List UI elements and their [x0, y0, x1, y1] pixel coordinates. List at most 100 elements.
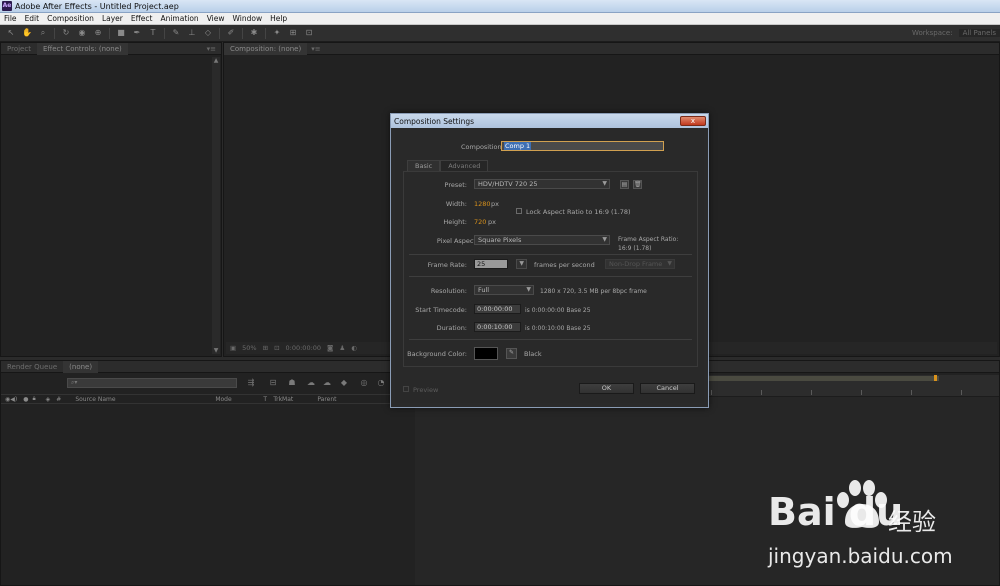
preset-dropdown[interactable]: HDV/HDTV 720 25 ▼: [474, 179, 610, 189]
panel-menu-icon[interactable]: ▾≡: [311, 45, 325, 53]
background-color-swatch[interactable]: [474, 347, 498, 360]
panel-menu-icon[interactable]: ▾≡: [207, 45, 221, 53]
tab-timeline-none[interactable]: (none): [63, 360, 99, 373]
menu-view[interactable]: View: [203, 14, 229, 23]
cancel-button[interactable]: Cancel: [640, 383, 695, 394]
menu-animation[interactable]: Animation: [156, 14, 202, 23]
frame-blending-icon[interactable]: ☁: [321, 378, 333, 388]
pixel-aspect-dropdown[interactable]: Square Pixels ▼: [474, 235, 610, 245]
chevron-down-icon: ▼: [602, 180, 607, 187]
live-update-icon[interactable]: ⊟: [267, 378, 279, 388]
resolution-info: 1280 x 720, 3.5 MB per 8bpc frame: [540, 288, 647, 295]
composition-name-input[interactable]: Comp 1: [501, 141, 664, 151]
menu-composition[interactable]: Composition: [43, 14, 98, 23]
menu-file[interactable]: File: [0, 14, 21, 23]
motion-blur-icon[interactable]: ◆: [338, 378, 350, 388]
preview-checkbox[interactable]: [403, 386, 409, 392]
save-preset-icon[interactable]: ▤: [620, 180, 629, 189]
tab-project[interactable]: Project: [1, 43, 37, 55]
selection-tool-icon[interactable]: ↖: [6, 28, 16, 38]
lock-icon[interactable]: 🔒︎: [32, 395, 35, 403]
chevron-down-icon: ▼: [526, 286, 531, 293]
clone-stamp-tool-icon[interactable]: ⊥: [187, 28, 197, 38]
brainstorm-icon[interactable]: ◔: [375, 378, 387, 388]
hide-shy-icon[interactable]: ☁: [305, 378, 317, 388]
show-channel-icon[interactable]: ♟: [339, 344, 345, 352]
pan-behind-tool-icon[interactable]: ⊕: [93, 28, 103, 38]
menu-help[interactable]: Help: [266, 14, 291, 23]
resolution-value: Full: [478, 286, 490, 294]
watermark-url: jingyan.baidu.com: [768, 544, 953, 568]
solo-icon[interactable]: ●: [23, 396, 28, 403]
color-icon[interactable]: ◐: [351, 344, 357, 352]
menu-window[interactable]: Window: [229, 14, 267, 23]
column-mode[interactable]: Mode: [215, 396, 263, 403]
workspace-switcher[interactable]: Workspace: All Panels: [912, 29, 1000, 37]
frame-rate-input[interactable]: 25: [474, 259, 508, 269]
always-preview-icon[interactable]: ▣: [230, 344, 236, 352]
resolution-dropdown[interactable]: Full ▼: [474, 285, 534, 295]
duration-input[interactable]: 0:00:10:00: [474, 322, 521, 332]
lock-aspect-checkbox[interactable]: [516, 208, 522, 214]
zoom-tool-icon[interactable]: ⌕: [38, 28, 48, 38]
roto-brush-tool-icon[interactable]: ✐: [226, 28, 236, 38]
drop-frame-dropdown[interactable]: Non-Drop Frame ▼: [605, 259, 675, 269]
hand-tool-icon[interactable]: ✋: [22, 28, 32, 38]
project-panel: Project Effect Controls: (none) ▾≡ ▲ ▼: [0, 42, 222, 357]
delete-preset-icon[interactable]: 🗑︎: [633, 180, 642, 189]
menu-edit[interactable]: Edit: [21, 14, 44, 23]
width-value[interactable]: 1280: [474, 200, 491, 208]
tab-composition[interactable]: Composition: (none): [224, 42, 308, 55]
column-number[interactable]: #: [56, 396, 61, 403]
comp-mini-flowchart-icon[interactable]: ⇶: [245, 378, 257, 388]
zoom-dropdown[interactable]: 50%: [242, 344, 256, 352]
grid-icon[interactable]: ⊞: [263, 344, 268, 352]
label-icon[interactable]: ◈: [46, 396, 51, 403]
column-trkmat[interactable]: TrkMat: [273, 396, 317, 403]
camera-orbit-tool-icon[interactable]: ◉: [77, 28, 87, 38]
draft-3d-icon[interactable]: ☗: [286, 378, 298, 388]
view-axis-icon[interactable]: ⊡: [304, 28, 314, 38]
av-features-icon[interactable]: ◉◀): [5, 396, 17, 403]
puppet-tool-icon[interactable]: ✱: [249, 28, 259, 38]
scroll-down-icon[interactable]: ▼: [213, 347, 219, 354]
frame-aspect-label: Frame Aspect Ratio:: [618, 236, 679, 243]
region-icon[interactable]: ⊡: [274, 344, 279, 352]
height-unit: px: [488, 218, 496, 226]
tab-effect-controls[interactable]: Effect Controls: (none): [36, 42, 128, 55]
start-timecode-input[interactable]: 0:00:00:00: [474, 304, 521, 314]
eyedropper-icon[interactable]: ✎: [506, 348, 517, 359]
rotation-tool-icon[interactable]: ↻: [61, 28, 71, 38]
close-icon[interactable]: x: [680, 116, 706, 126]
scroll-up-icon[interactable]: ▲: [213, 57, 219, 64]
column-parent[interactable]: Parent: [317, 396, 336, 403]
viewer-timecode[interactable]: 0:00:00:00: [286, 344, 322, 352]
toolbar-divider: [109, 27, 110, 39]
brush-tool-icon[interactable]: ✎: [171, 28, 181, 38]
type-tool-icon[interactable]: T: [148, 28, 158, 38]
timeline-search-input[interactable]: ⌕▾: [67, 378, 237, 388]
column-source-name[interactable]: Source Name: [75, 396, 215, 403]
eraser-tool-icon[interactable]: ◇: [203, 28, 213, 38]
menu-layer[interactable]: Layer: [98, 14, 127, 23]
tab-advanced[interactable]: Advanced: [440, 160, 489, 171]
tab-basic[interactable]: Basic: [407, 160, 441, 171]
snapshot-icon[interactable]: ◙: [327, 344, 333, 352]
project-panel-tabs: Project Effect Controls: (none) ▾≡: [1, 42, 221, 55]
column-track-t[interactable]: T: [263, 396, 273, 403]
after-effects-icon: Ae: [2, 1, 12, 11]
current-time-marker[interactable]: [934, 375, 937, 381]
dialog-titlebar[interactable]: Composition Settings: [391, 114, 708, 128]
height-value[interactable]: 720: [474, 218, 486, 226]
menu-effect[interactable]: Effect: [127, 14, 157, 23]
workspace-value[interactable]: All Panels: [958, 29, 1000, 37]
axis-mode-icon[interactable]: ✦: [272, 28, 282, 38]
graph-editor-icon[interactable]: ◎: [358, 378, 370, 388]
rectangle-tool-icon[interactable]: ■: [116, 28, 126, 38]
tab-render-queue[interactable]: Render Queue: [1, 361, 63, 373]
world-axis-icon[interactable]: ⊞: [288, 28, 298, 38]
frame-rate-dropdown[interactable]: ▼: [516, 259, 527, 269]
pen-tool-icon[interactable]: ✒: [132, 28, 142, 38]
project-scrollbar[interactable]: ▲ ▼: [212, 57, 220, 354]
ok-button[interactable]: OK: [579, 383, 634, 394]
